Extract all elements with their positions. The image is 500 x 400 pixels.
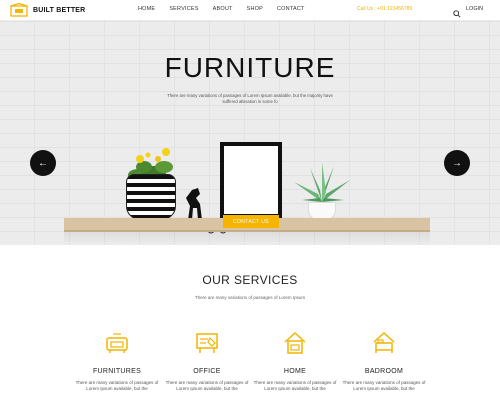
service-name: HOME xyxy=(283,368,307,375)
service-name: OFFICE xyxy=(193,368,221,375)
service-home[interactable]: HOME There are many variations of passag… xyxy=(250,330,340,392)
home-icon xyxy=(284,331,306,354)
main-nav: HOME SERVICES ABOUT SHOP CONTACT xyxy=(138,6,319,12)
hero-banner: FURNITURE There are many variations of p… xyxy=(0,20,500,245)
search-icon[interactable] xyxy=(453,5,461,18)
sofa-icon xyxy=(106,333,128,353)
service-name: BADROOM xyxy=(364,368,404,375)
service-description: There are many variations of passages of… xyxy=(253,380,337,391)
nav-home[interactable]: HOME xyxy=(138,6,155,12)
hero-title: FURNITURE xyxy=(164,52,336,83)
horse-figurine-image xyxy=(186,188,202,220)
shelf-shadow xyxy=(64,232,430,245)
arrow-right-icon: → xyxy=(452,157,462,169)
logo-icon xyxy=(10,2,28,17)
succulent-plant-image xyxy=(294,162,350,202)
service-badroom[interactable]: BADROOM There are many variations of pas… xyxy=(339,330,429,392)
picture-frame-image xyxy=(220,142,282,218)
logo-text: BUILT BETTER xyxy=(33,6,86,14)
service-description: There are many variations of passages of… xyxy=(165,380,249,391)
service-description: There are many variations of passages of… xyxy=(75,380,159,391)
nav-about[interactable]: ABOUT xyxy=(213,6,233,12)
services-subtitle: There are many variations of passages of… xyxy=(194,295,306,300)
contact-phone[interactable]: Call Us : +01 123456789 xyxy=(357,6,412,12)
striped-vase-image xyxy=(126,174,176,220)
login-link[interactable]: LOGIN xyxy=(466,6,483,12)
service-office[interactable]: OFFICE There are many variations of pass… xyxy=(162,330,252,392)
contact-us-button[interactable]: CONTACT US xyxy=(223,215,279,228)
nav-services[interactable]: SERVICES xyxy=(169,6,198,12)
service-description: There are many variations of passages of… xyxy=(342,380,426,391)
arrow-left-icon: ← xyxy=(38,157,48,169)
next-slide-button[interactable]: → xyxy=(444,150,470,176)
service-furnitures[interactable]: FURNITURES There are many variations of … xyxy=(72,330,162,392)
prev-slide-button[interactable]: ← xyxy=(30,150,56,176)
logo[interactable]: BUILT BETTER xyxy=(10,2,86,17)
nav-shop[interactable]: SHOP xyxy=(247,6,263,12)
office-desk-icon xyxy=(196,333,218,353)
site-header: BUILT BETTER HOME SERVICES ABOUT SHOP CO… xyxy=(0,0,500,20)
service-name: FURNITURES xyxy=(92,368,142,375)
hero-subtitle: There are many variations of passages of… xyxy=(167,93,333,104)
services-title: OUR SERVICES xyxy=(202,273,298,287)
bed-icon xyxy=(373,331,395,353)
nav-contact[interactable]: CONTACT xyxy=(277,6,305,12)
